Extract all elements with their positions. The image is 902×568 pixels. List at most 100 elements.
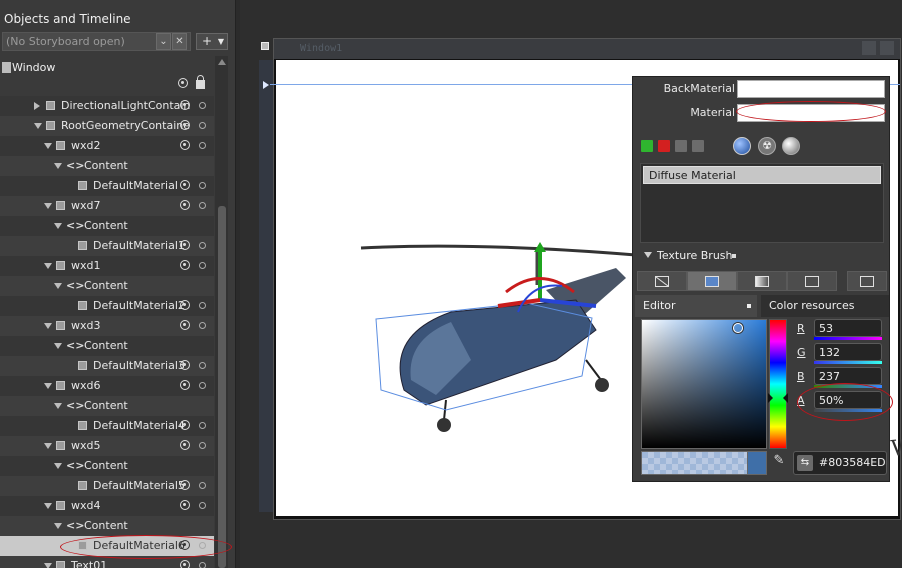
tree-row[interactable]: wxd2 [0,136,214,156]
hue-marker-right[interactable] [783,393,788,403]
hue-slider[interactable] [768,319,788,449]
emissive-material-icon[interactable]: ☢ [758,137,776,155]
tree-row[interactable]: RootGeometryContaine [0,116,214,136]
eye-icon[interactable] [180,180,190,190]
lock-icon[interactable] [196,75,205,89]
tile-brush-tab[interactable] [787,271,837,291]
expanded-icon[interactable] [44,263,52,269]
eye-icon[interactable] [180,100,190,110]
lock-toggle-icon[interactable] [199,322,206,329]
eye-icon[interactable] [180,440,190,450]
tree-row[interactable]: wxd1 [0,256,214,276]
options-icon[interactable] [747,304,751,308]
expanded-icon[interactable] [54,283,62,289]
advanced-options-icon[interactable] [732,254,736,258]
eye-icon[interactable] [180,420,190,430]
eye-icon[interactable] [180,500,190,510]
color-picker-knob[interactable] [733,323,743,333]
tree-row[interactable]: wxd3 [0,316,214,336]
no-brush-tab[interactable] [637,271,687,291]
brush-resources-tab[interactable] [847,271,887,291]
expanded-icon[interactable] [54,223,62,229]
eye-icon[interactable] [180,120,190,130]
eye-icon[interactable] [180,380,190,390]
lock-toggle-icon[interactable] [199,242,206,249]
expanded-icon[interactable] [54,163,62,169]
lock-toggle-icon[interactable] [199,142,206,149]
eye-icon[interactable] [180,240,190,250]
expanded-icon[interactable] [34,123,42,129]
channel-gradient-bar[interactable] [814,361,882,364]
add-material-icon[interactable] [641,140,653,152]
hex-value-field[interactable]: ⇆ #803584ED [793,451,887,475]
tree-scrollbar[interactable] [215,56,228,568]
scroll-up-icon[interactable] [218,59,226,65]
gradient-brush-tab[interactable] [737,271,787,291]
list-item[interactable]: Diffuse Material [643,166,881,184]
lock-toggle-icon[interactable] [199,102,206,109]
lock-toggle-icon[interactable] [199,362,206,369]
artboard-resize-grip[interactable] [261,42,269,50]
solid-brush-tab[interactable] [687,271,737,291]
tree-row[interactable]: DirectionalLightContain [0,96,214,116]
tree-row[interactable]: <> Content [0,276,214,296]
tree-row[interactable]: DefaultMaterial4 [0,416,214,436]
tree-row[interactable]: <> Content [0,456,214,476]
remove-material-icon[interactable] [658,140,670,152]
expanded-icon[interactable] [44,203,52,209]
expanded-icon[interactable] [44,383,52,389]
guide-marker-icon[interactable] [263,81,269,89]
texture-brush-header[interactable]: Texture Brush [640,245,884,267]
lock-toggle-icon[interactable] [199,122,206,129]
eye-icon[interactable] [180,140,190,150]
diffuse-material-icon[interactable] [733,137,751,155]
eye-icon[interactable] [180,360,190,370]
lock-toggle-icon[interactable] [199,262,206,269]
lock-toggle-icon[interactable] [199,422,206,429]
color-picker-field[interactable] [641,319,767,449]
scroll-thumb[interactable] [218,206,226,568]
expanded-icon[interactable] [44,323,52,329]
expanded-icon[interactable] [54,343,62,349]
expanded-icon[interactable] [54,463,62,469]
tree-row[interactable]: DefaultMaterial3 [0,356,214,376]
channel-value-input[interactable]: 132 [814,343,882,361]
tree-row[interactable]: <> Content [0,216,214,236]
move-up-icon[interactable] [675,140,687,152]
move-down-icon[interactable] [692,140,704,152]
eye-icon[interactable] [178,78,188,88]
new-storyboard-button[interactable]: + ▼ [196,33,228,50]
eye-icon[interactable] [180,480,190,490]
lock-toggle-icon[interactable] [199,202,206,209]
collapse-icon[interactable] [2,62,11,73]
tree-row[interactable]: wxd5 [0,436,214,456]
tree-row[interactable]: <> Content [0,396,214,416]
hex-value[interactable]: #803584ED [819,456,886,469]
expanded-icon[interactable] [44,563,52,568]
color-mode-icon[interactable]: ⇆ [797,455,813,471]
lock-toggle-icon[interactable] [199,182,206,189]
lock-toggle-icon[interactable] [199,382,206,389]
lock-toggle-icon[interactable] [199,482,206,489]
tree-row[interactable]: DefaultMaterial2 [0,296,214,316]
gizmo-y-arrow[interactable] [534,242,546,252]
close-storyboard-icon[interactable]: ✕ [172,33,187,50]
collapsed-icon[interactable] [34,102,40,110]
eye-icon[interactable] [180,200,190,210]
tree-row[interactable]: DefaultMaterial [0,176,214,196]
lock-toggle-icon[interactable] [199,562,206,568]
tree-row[interactable]: <> Content [0,516,214,536]
eye-icon[interactable] [180,260,190,270]
eye-icon[interactable] [180,320,190,330]
canvas-text[interactable]: W [890,435,902,462]
tree-row[interactable]: wxd7 [0,196,214,216]
tree-row[interactable]: <> Content [0,336,214,356]
lock-toggle-icon[interactable] [199,502,206,509]
expanded-icon[interactable] [54,523,62,529]
tree-row[interactable]: <> Content [0,156,214,176]
expanded-icon[interactable] [44,143,52,149]
tree-row[interactable]: DefaultMaterial1 [0,236,214,256]
expanded-icon[interactable] [54,403,62,409]
tree-row[interactable]: DefaultMaterial5 [0,476,214,496]
backmaterial-value[interactable] [737,80,885,98]
